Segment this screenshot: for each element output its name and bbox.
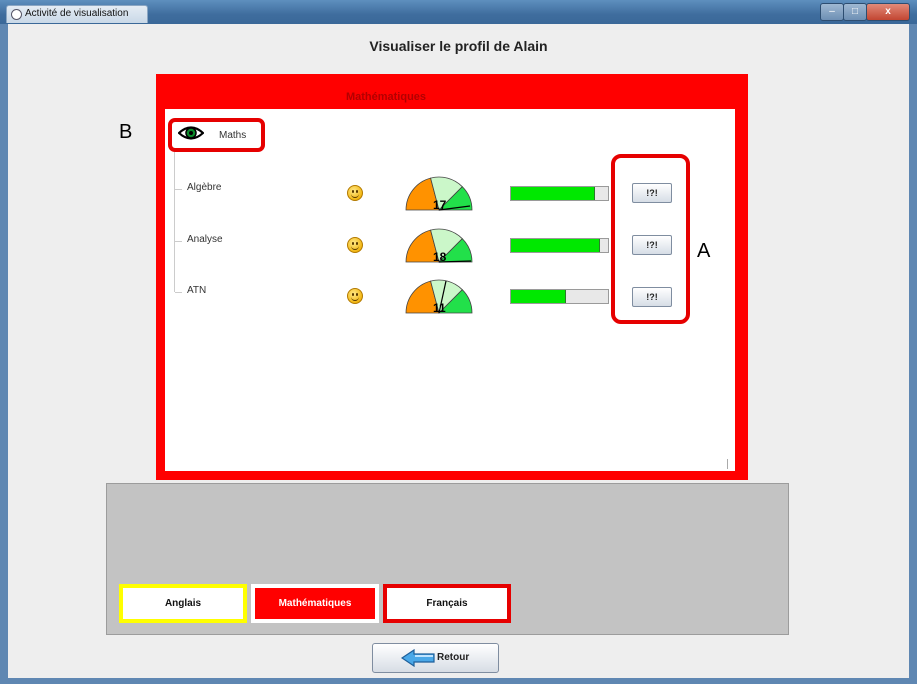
scroll-corner	[727, 459, 728, 469]
score-gauge: 11	[405, 279, 473, 315]
tree-branch	[175, 241, 182, 242]
tree-item-atn[interactable]: ATN	[187, 285, 206, 296]
score-bar-fill	[511, 239, 600, 252]
panel-title: Mathématiques	[345, 91, 427, 103]
gauge-value: 11	[433, 301, 446, 315]
back-arrow-icon	[401, 649, 435, 667]
tree-root-label: Maths	[219, 130, 247, 141]
eye-icon[interactable]	[178, 124, 204, 142]
tab-mathematiques[interactable]: Mathématiques	[251, 584, 379, 623]
close-button[interactable]: x	[866, 3, 910, 21]
score-bar-fill	[511, 290, 566, 303]
tree-item-analyse[interactable]: Analyse	[187, 234, 223, 245]
window-frame-right	[909, 24, 917, 684]
gauge-value: 17	[433, 198, 447, 212]
smiley-icon	[347, 237, 363, 253]
app-icon	[11, 9, 22, 20]
tab-francais[interactable]: Français	[383, 584, 511, 623]
maximize-button[interactable]: □	[843, 3, 867, 21]
annotation-label-a: A	[697, 240, 711, 262]
tree-branch	[175, 189, 182, 190]
window-frame-left	[0, 24, 8, 684]
score-bar	[510, 289, 609, 304]
score-gauge: 17	[405, 176, 473, 212]
smiley-icon	[347, 288, 363, 304]
gauge-value: 18	[433, 250, 447, 264]
page-title: Visualiser le profil de Alain	[369, 38, 548, 54]
tree-branch	[175, 292, 182, 293]
tab-anglais[interactable]: Anglais	[119, 584, 247, 623]
retour-button[interactable]: Retour	[372, 643, 499, 673]
retour-label: Retour	[437, 652, 470, 663]
smiley-icon	[347, 185, 363, 201]
minimize-button[interactable]: –	[820, 3, 844, 21]
window-frame-bottom	[0, 678, 917, 684]
score-gauge: 18	[405, 228, 473, 264]
score-bar-fill	[511, 187, 595, 200]
annotation-label-b: B	[119, 121, 133, 143]
window-title-tab: Activité de visualisation	[6, 5, 148, 23]
tree-connector	[174, 152, 175, 292]
tree-item-algebre[interactable]: Algèbre	[187, 182, 221, 193]
window-title: Activité de visualisation	[25, 8, 129, 19]
score-bar	[510, 238, 609, 253]
score-bar	[510, 186, 609, 201]
annotation-box-a	[611, 154, 690, 324]
